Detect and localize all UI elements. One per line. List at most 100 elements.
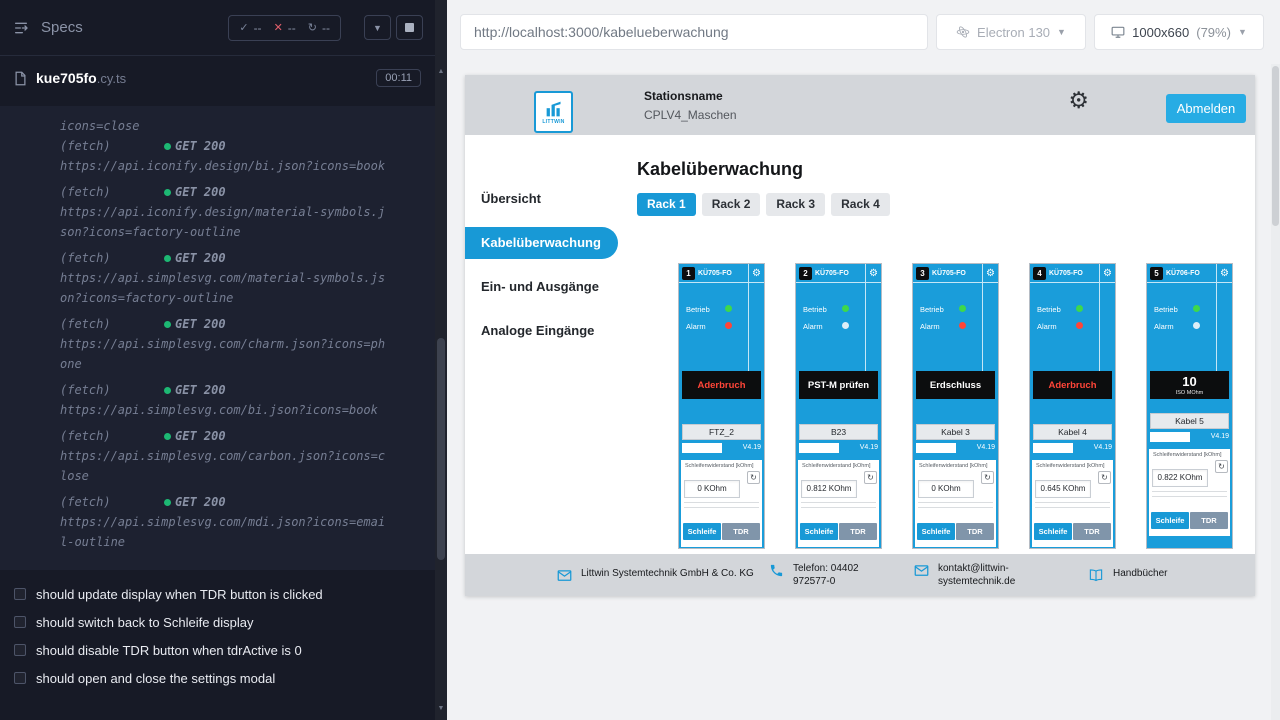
refresh-icon[interactable]: ↻ [981, 471, 994, 484]
tdr-button[interactable]: TDR [839, 523, 877, 540]
fetch-log-entry[interactable]: (fetch)GET 200 https://api.simplesvg.com… [0, 380, 435, 420]
refresh-icon[interactable]: ↻ [864, 471, 877, 484]
schleife-button[interactable]: Schleife [917, 523, 955, 540]
schleife-button[interactable]: Schleife [1151, 512, 1189, 529]
alarm-led [959, 322, 966, 329]
card-settings-icon[interactable]: ⚙ [748, 264, 764, 283]
test-runner-panel: Specs ✓-- ✕-- ↻-- ▼ kue705fo.cy.ts 00:11… [0, 0, 435, 720]
test-state-icon [14, 644, 26, 656]
card-settings-icon[interactable]: ⚙ [1099, 264, 1115, 283]
status-ok-dot [164, 255, 171, 262]
test-state-icon [14, 588, 26, 600]
nav-analoge-eingaenge[interactable]: Analoge Eingänge [465, 315, 618, 347]
fetch-log-entry[interactable]: (fetch)GET 200 https://api.iconify.desig… [0, 182, 435, 242]
test-item[interactable]: should update display when TDR button is… [0, 580, 435, 608]
runner-header: Specs ✓-- ✕-- ↻-- ▼ [0, 0, 435, 56]
tdr-button[interactable]: TDR [956, 523, 994, 540]
card-number-badge: 1 [682, 267, 695, 280]
cable-name-input[interactable]: FTZ_2 [682, 424, 761, 440]
schleife-button[interactable]: Schleife [683, 523, 721, 540]
card-number-badge: 3 [916, 267, 929, 280]
status-display: Aderbruch [1033, 371, 1112, 399]
status-unit-label: ISO MOhm [1176, 390, 1204, 396]
measure-value: 0 KOhm [684, 480, 740, 498]
nav-uebersicht[interactable]: Übersicht [465, 183, 618, 215]
refresh-icon: ↻ [308, 21, 317, 34]
version-bar [1150, 432, 1190, 442]
collapse-tests-button[interactable]: ▼ [364, 15, 391, 40]
device-card-3: 3KÜ705-FO ⚙ Betrieb Alarm Erdschluss Kab… [912, 263, 999, 549]
url-input[interactable]: http://localhost:3000/kabelueberwachung [460, 14, 928, 50]
status-display: Aderbruch [682, 371, 761, 399]
alarm-label: Alarm [920, 322, 940, 331]
betrieb-led [725, 305, 732, 312]
nav-ein-ausgaenge[interactable]: Ein- und Ausgänge [465, 271, 618, 303]
card-settings-icon[interactable]: ⚙ [982, 264, 998, 283]
footer-manuals[interactable]: Handbücher [1088, 567, 1167, 583]
test-item[interactable]: should switch back to Schleife display [0, 608, 435, 636]
betrieb-label: Betrieb [686, 305, 710, 314]
fetch-log-entry[interactable]: (fetch)GET 200 https://api.simplesvg.com… [0, 492, 435, 552]
status-display: 10 ISO MOhm [1150, 371, 1229, 399]
nav-kabelueberwachung[interactable]: Kabelüberwachung [465, 227, 618, 259]
scrollbar-thumb[interactable] [437, 338, 445, 560]
station-label: Stationsname [644, 89, 737, 103]
card-settings-icon[interactable]: ⚙ [865, 264, 881, 283]
cable-name-input[interactable]: B23 [799, 424, 878, 440]
version-label: V4.19 [1094, 444, 1112, 451]
scrollbar-thumb[interactable] [1272, 66, 1279, 226]
test-item[interactable]: should open and close the settings modal [0, 664, 435, 692]
settings-gear-icon[interactable]: ⚙ [1068, 89, 1089, 112]
runner-scrollbar[interactable]: ▲ ▼ [435, 0, 447, 720]
browser-select[interactable]: Electron 130 ▼ [936, 14, 1086, 50]
spec-file-row[interactable]: kue705fo.cy.ts 00:11 [0, 56, 435, 100]
logout-button[interactable]: Abmelden [1166, 94, 1246, 123]
schleife-button[interactable]: Schleife [1034, 523, 1072, 540]
cable-name-input[interactable]: Kabel 4 [1033, 424, 1112, 440]
viewport-icon [1111, 25, 1125, 39]
stop-run-button[interactable] [396, 15, 423, 40]
version-label: V4.19 [743, 444, 761, 451]
measure-value: 0.822 KOhm [1152, 469, 1208, 487]
tab-rack-2[interactable]: Rack 2 [702, 193, 761, 216]
measurement-panel: Schleifenwiderstand [kOhm] ↻ 0.822 KOhm … [1149, 449, 1230, 536]
version-bar [916, 443, 956, 453]
test-stats: ✓-- ✕-- ↻-- [228, 15, 341, 41]
betrieb-led [1076, 305, 1083, 312]
tdr-button[interactable]: TDR [722, 523, 760, 540]
tab-rack-3[interactable]: Rack 3 [766, 193, 825, 216]
station-name: CPLV4_Maschen [644, 108, 737, 122]
schleife-button[interactable]: Schleife [800, 523, 838, 540]
cable-name-input[interactable]: Kabel 3 [916, 424, 995, 440]
request-url: https://api.simplesvg.com/carbon.json?ic… [60, 446, 390, 486]
refresh-icon[interactable]: ↻ [747, 471, 760, 484]
station-info: Stationsname CPLV4_Maschen [644, 89, 737, 122]
test-item[interactable]: should disable TDR button when tdrActive… [0, 636, 435, 664]
betrieb-label: Betrieb [1154, 305, 1178, 314]
measure-value: 0.812 KOhm [801, 480, 857, 498]
collapse-sidebar-icon[interactable] [12, 20, 30, 36]
status-ok-dot [164, 499, 171, 506]
betrieb-label: Betrieb [1037, 305, 1061, 314]
tdr-button[interactable]: TDR [1190, 512, 1228, 529]
refresh-icon[interactable]: ↻ [1215, 460, 1228, 473]
scroll-down-arrow[interactable]: ▼ [435, 701, 447, 716]
tab-rack-1[interactable]: Rack 1 [637, 193, 696, 216]
refresh-icon[interactable]: ↻ [1098, 471, 1111, 484]
request-url: https://api.simplesvg.com/material-symbo… [60, 268, 390, 308]
card-settings-icon[interactable]: ⚙ [1216, 264, 1232, 283]
cable-name-input[interactable]: Kabel 5 [1150, 413, 1229, 429]
fetch-log-entry[interactable]: (fetch)GET 200 https://api.simplesvg.com… [0, 314, 435, 374]
passed-stat: ✓-- [239, 21, 261, 35]
measure-label: Schleifenwiderstand [kOhm] [915, 460, 996, 469]
viewport-select[interactable]: 1000x660 (79%) ▼ [1094, 14, 1264, 50]
scroll-up-arrow[interactable]: ▲ [435, 64, 447, 79]
tab-rack-4[interactable]: Rack 4 [831, 193, 890, 216]
fetch-log-entry[interactable]: (fetch)GET 200 https://api.simplesvg.com… [0, 248, 435, 308]
phone-icon [769, 563, 784, 578]
fetch-log-entry[interactable]: (fetch)GET 200 https://api.simplesvg.com… [0, 426, 435, 486]
book-icon [1088, 568, 1104, 583]
fetch-log-entry[interactable]: (fetch)GET 200 https://api.iconify.desig… [0, 136, 435, 176]
tdr-button[interactable]: TDR [1073, 523, 1111, 540]
page-scrollbar[interactable] [1271, 64, 1280, 720]
